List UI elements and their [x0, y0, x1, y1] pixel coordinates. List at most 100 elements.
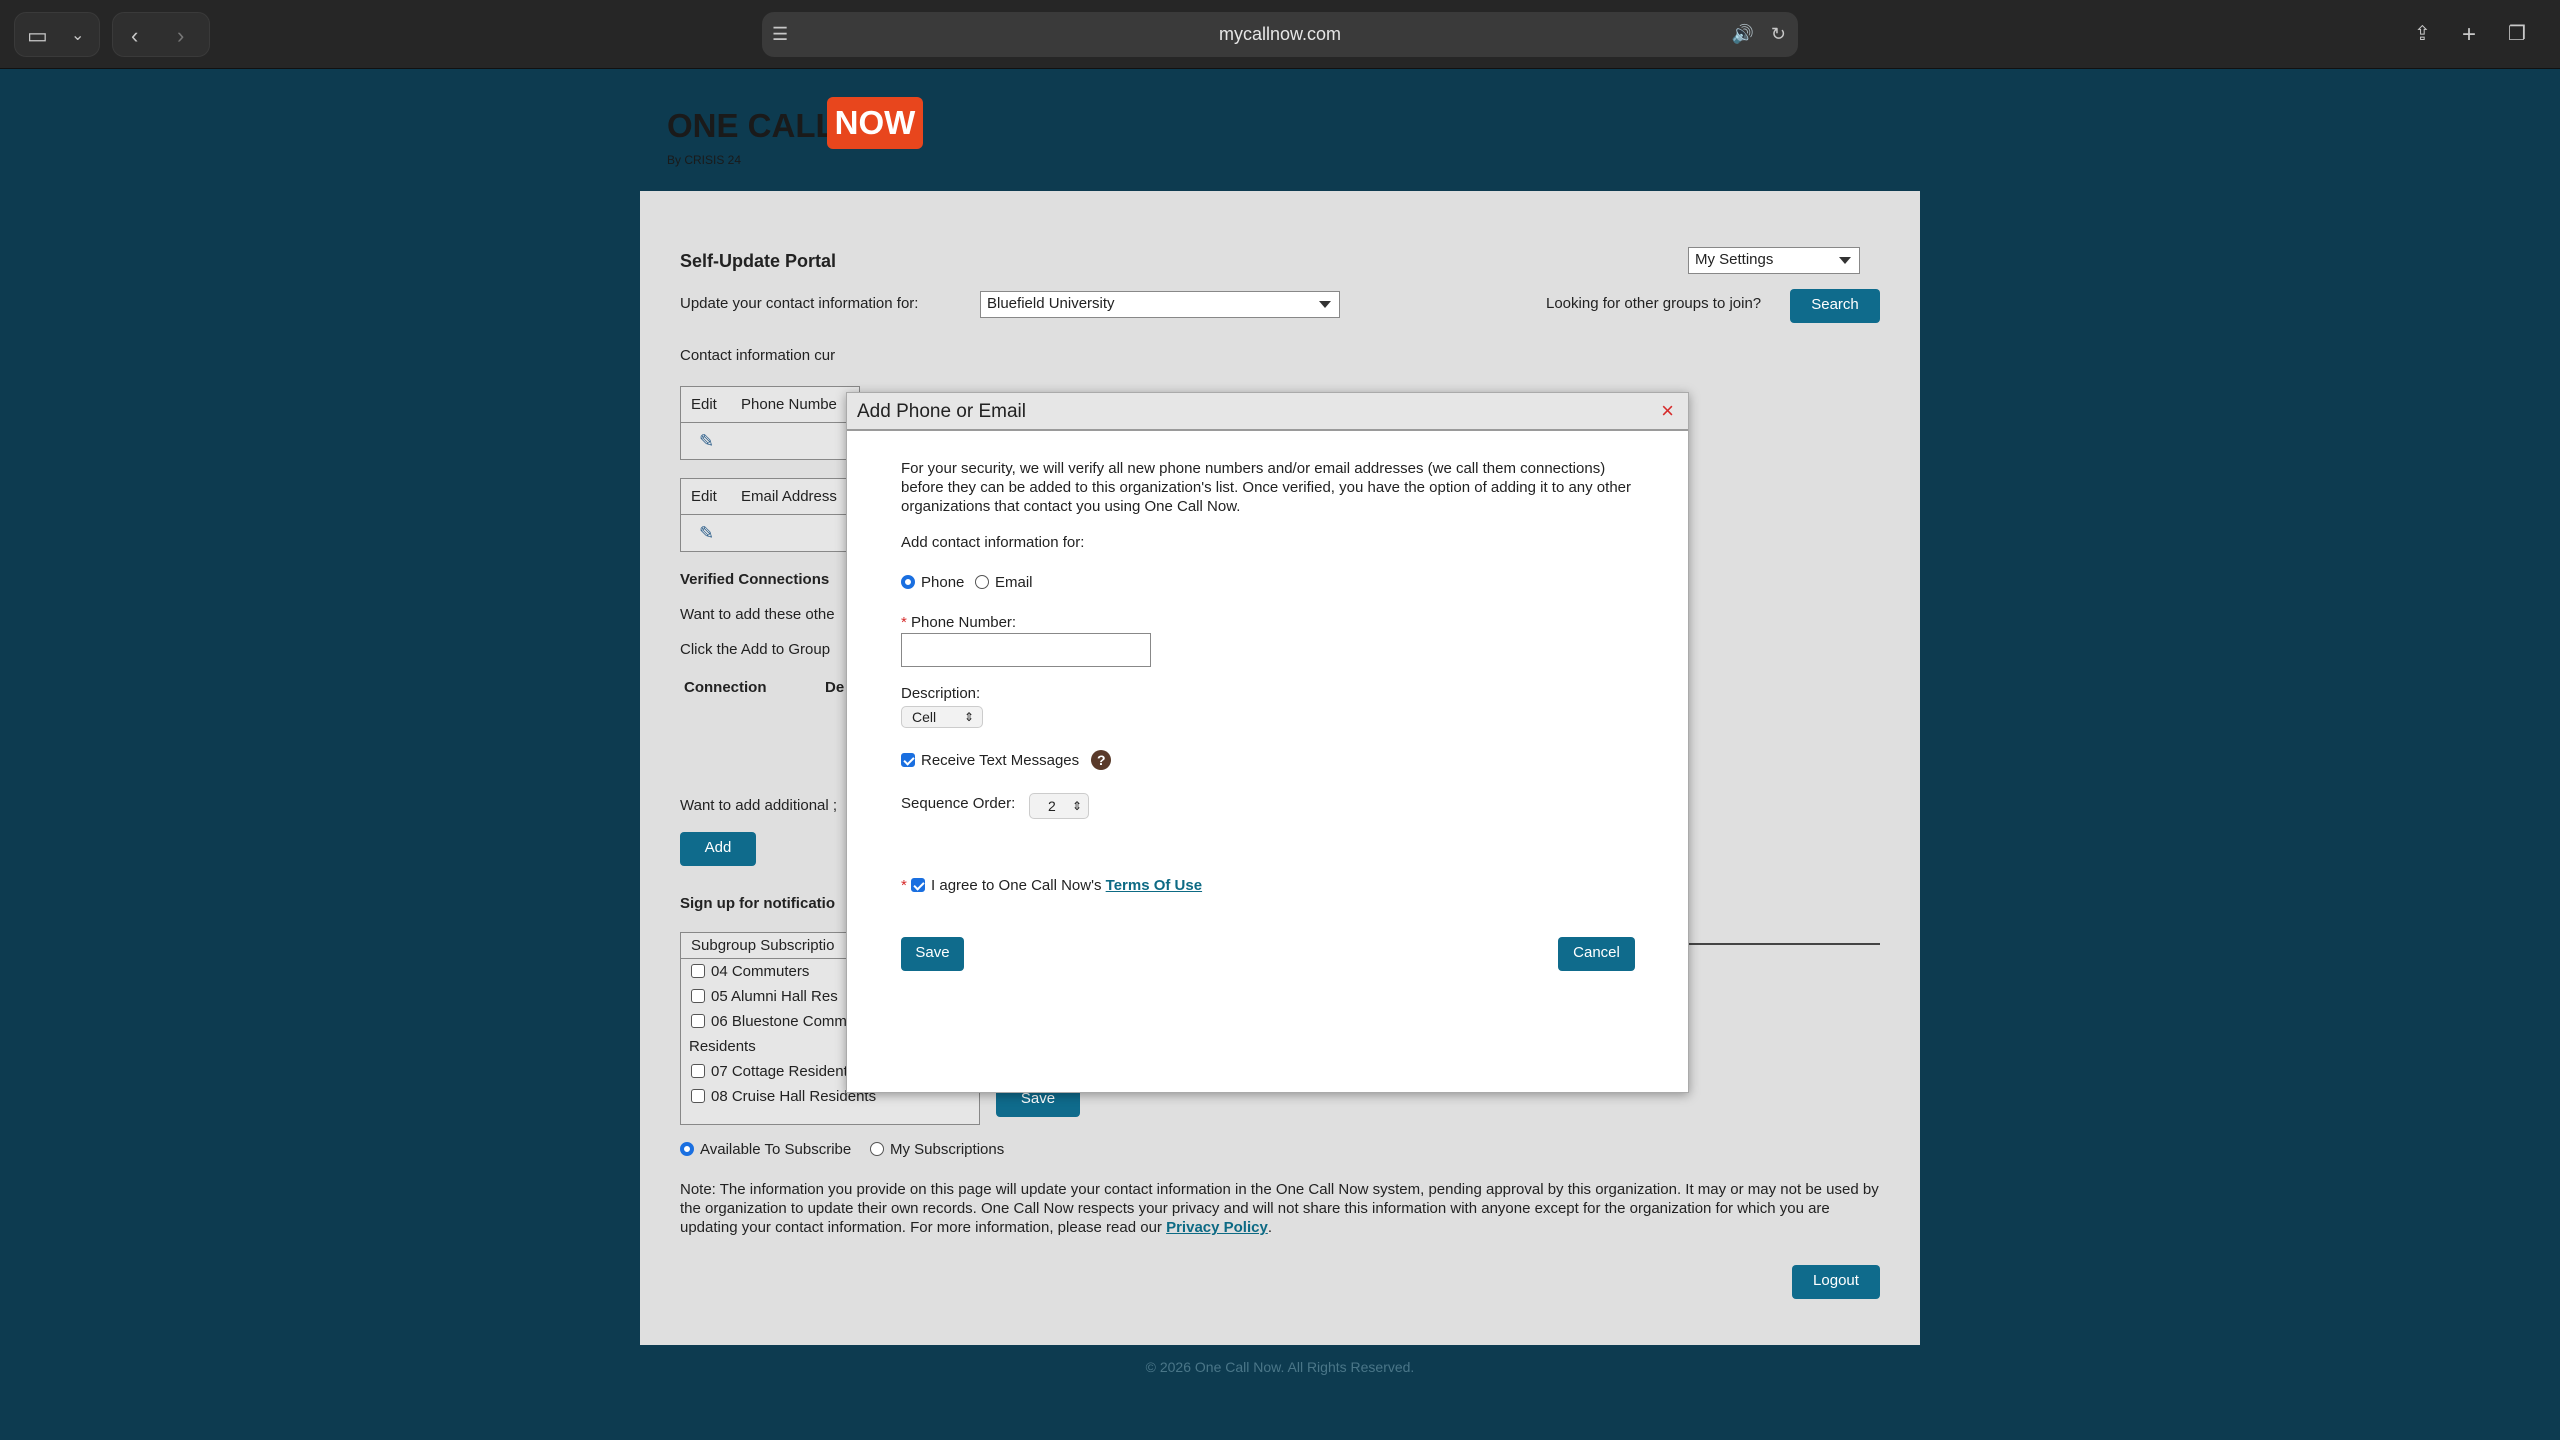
connection-header: Connection	[684, 679, 767, 696]
phone-label: * Phone Number:	[901, 614, 1016, 631]
nav-group: ‹ ›	[112, 12, 210, 57]
agree-row[interactable]: * I agree to One Call Now's Terms Of Use	[901, 877, 1202, 894]
modal-intro: For your security, we will verify all ne…	[901, 460, 1631, 515]
checkbox[interactable]	[691, 964, 705, 978]
required-mark: *	[901, 877, 907, 894]
caret-icon	[1839, 257, 1851, 264]
checkbox[interactable]	[691, 989, 705, 1003]
radio[interactable]	[975, 575, 989, 589]
want-add-text: Want to add these othe	[680, 606, 835, 623]
sidebar-toggle-group: ▭ ⌄	[14, 12, 100, 57]
url-text: mycallnow.com	[1218, 24, 1342, 44]
filter-available[interactable]: Available To Subscribe	[680, 1141, 851, 1158]
email-header: Email Address	[741, 488, 837, 505]
caret-icon	[1319, 301, 1331, 308]
phone-number-input[interactable]	[901, 633, 1151, 667]
email-table: Edit Email Address ✎	[680, 478, 860, 552]
page: ONE CALL NOW By CRISIS 24 Self-Update Po…	[0, 69, 2560, 1440]
audio-icon[interactable]: 🔊	[1732, 12, 1754, 57]
share-icon[interactable]: ⇪	[2414, 12, 2431, 57]
option-email-label: Email	[995, 574, 1033, 591]
settings-select[interactable]: My Settings	[1688, 247, 1860, 274]
description-select[interactable]: Cell ⇕	[901, 706, 983, 728]
add-phone-email-modal: Add Phone or Email × For your security, …	[846, 392, 1689, 1093]
radio-selected[interactable]	[680, 1142, 694, 1156]
signup-title: Sign up for notificatio	[680, 895, 835, 912]
logo-now-badge: NOW	[827, 97, 923, 149]
sequence-label: Sequence Order:	[901, 795, 1016, 812]
edit-header: Edit	[691, 488, 717, 505]
checkbox[interactable]	[691, 1014, 705, 1028]
organization-select[interactable]: Bluefield University	[980, 291, 1340, 318]
address-bar[interactable]: ☰ mycallnow.com 🔊 ↻	[762, 12, 1798, 57]
edit-icon[interactable]: ✎	[699, 431, 714, 452]
update-label: Update your contact information for:	[680, 295, 919, 312]
add-button[interactable]: Add	[680, 832, 756, 866]
new-tab-icon[interactable]: +	[2462, 12, 2476, 57]
note-end: .	[1267, 1219, 1272, 1236]
description-value: Cell	[912, 709, 937, 725]
contact-info-label: Contact information cur	[680, 347, 836, 364]
filter-mine[interactable]: My Subscriptions	[870, 1141, 1004, 1158]
option-phone[interactable]: Phone	[901, 574, 964, 591]
receive-text-row[interactable]: Receive Text Messages ?	[901, 750, 1112, 770]
checkbox[interactable]	[691, 1064, 705, 1078]
chevron-down-icon[interactable]: ⌄	[71, 13, 84, 58]
phone-table-header: Edit Phone Numbe	[681, 387, 859, 423]
reload-icon[interactable]: ↻	[1771, 12, 1786, 57]
privacy-note: Note: The information you provide on thi…	[680, 1180, 1880, 1237]
sequence-stepper[interactable]: 2 ⇕	[1029, 793, 1089, 819]
modal-cancel-button[interactable]: Cancel	[1558, 937, 1635, 971]
edit-icon[interactable]: ✎	[699, 523, 714, 544]
stepper-icon: ⇕	[963, 710, 974, 724]
radio-selected[interactable]	[901, 575, 915, 589]
logout-button[interactable]: Logout	[1792, 1265, 1880, 1299]
description-label: Description:	[901, 685, 981, 702]
filter-available-label: Available To Subscribe	[700, 1141, 852, 1158]
verified-title: Verified Connections	[680, 571, 830, 588]
modal-header: Add Phone or Email ×	[847, 393, 1688, 431]
edit-header: Edit	[691, 396, 717, 413]
phone-table: Edit Phone Numbe ✎	[680, 386, 860, 460]
click-add-text: Click the Add to Group	[680, 641, 831, 658]
page-title: Self-Update Portal	[680, 251, 837, 271]
tabs-overview-icon[interactable]: ❐	[2508, 12, 2526, 57]
sidebar-icon[interactable]: ▭	[27, 13, 48, 58]
checkbox[interactable]	[691, 1089, 705, 1103]
required-mark: *	[901, 614, 907, 631]
phone-label-text: Phone Number:	[911, 614, 1017, 631]
close-icon[interactable]: ×	[1661, 398, 1674, 424]
other-groups-label: Looking for other groups to join?	[1546, 295, 1762, 312]
agree-text: I agree to One Call Now's	[931, 877, 1102, 894]
modal-save-button[interactable]: Save	[901, 937, 964, 971]
receive-text-checkbox[interactable]	[901, 753, 915, 767]
agree-checkbox[interactable]	[911, 878, 926, 892]
note-text: Note: The information you provide on thi…	[680, 1181, 1879, 1236]
option-phone-label: Phone	[921, 574, 965, 591]
footer: © 2026 One Call Now. All Rights Reserved…	[1145, 1359, 1415, 1375]
subgroup-label: 04 Commuters	[711, 963, 810, 980]
browser-toolbar: ▭ ⌄ ‹ › ☰ mycallnow.com 🔊 ↻ ⇪ + ❐	[0, 0, 2560, 69]
subgroup-label: 05 Alumni Hall Res	[711, 988, 838, 1005]
radio[interactable]	[870, 1142, 884, 1156]
terms-of-use-link[interactable]: Terms Of Use	[1106, 877, 1202, 894]
sequence-value: 2	[1048, 798, 1056, 814]
search-button[interactable]: Search	[1790, 289, 1880, 323]
modal-title: Add Phone or Email	[857, 401, 1026, 422]
back-icon[interactable]: ‹	[131, 13, 138, 58]
filter-mine-label: My Subscriptions	[890, 1141, 1005, 1158]
receive-text-label: Receive Text Messages	[921, 752, 1080, 769]
help-icon[interactable]: ?	[1091, 750, 1112, 770]
want-additional-text: Want to add additional ;	[680, 797, 838, 814]
phone-header: Phone Numbe	[741, 396, 837, 413]
settings-select-value: My Settings	[1695, 251, 1774, 268]
subgroup-label: 07 Cottage Residents	[711, 1063, 856, 1080]
email-table-header: Edit Email Address	[681, 479, 859, 515]
logo-text: ONE CALL	[667, 107, 836, 144]
logo-byline: By CRISIS 24	[667, 153, 742, 167]
forward-icon[interactable]: ›	[177, 13, 184, 58]
stepper-icon: ⇕	[1071, 799, 1082, 813]
add-for-label: Add contact information for:	[901, 534, 1085, 551]
privacy-policy-link[interactable]: Privacy Policy	[1166, 1219, 1268, 1236]
option-email[interactable]: Email	[975, 574, 1033, 591]
